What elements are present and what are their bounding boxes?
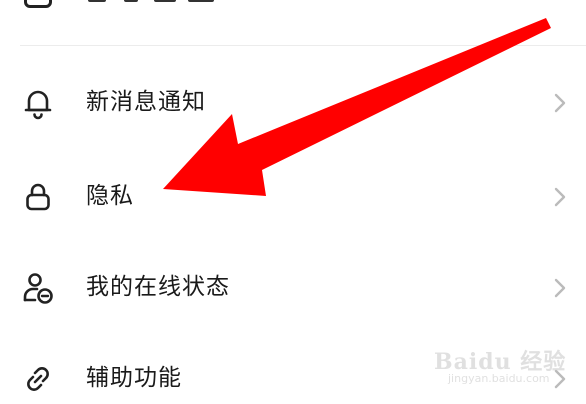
settings-screen: 新消息通知 隐私 我的在线状态 辅助功能 Baidu 经验 jingyan.ba… xyxy=(0,0,586,404)
settings-item-label: 我的在线状态 xyxy=(86,274,230,300)
settings-item-notifications[interactable]: 新消息通知 xyxy=(0,58,586,148)
chevron-right-icon xyxy=(550,90,570,116)
settings-item-label: 隐私 xyxy=(86,183,134,209)
divider xyxy=(20,45,586,46)
partial-item-label xyxy=(88,0,238,4)
partial-item-icon xyxy=(24,0,52,8)
watermark-url: jingyan.baidu.com xyxy=(448,372,550,385)
settings-item-online-status[interactable]: 我的在线状态 xyxy=(0,243,586,333)
baidu-jingyan-watermark: Baidu 经验 jingyan.baidu.com xyxy=(434,344,574,390)
settings-item-partial[interactable] xyxy=(0,0,586,46)
chevron-right-icon xyxy=(550,275,570,301)
settings-item-label: 新消息通知 xyxy=(86,89,206,115)
user-status-icon xyxy=(20,270,56,306)
lock-icon xyxy=(20,179,56,215)
chevron-right-icon xyxy=(550,184,570,210)
bell-icon xyxy=(20,85,56,121)
link-icon xyxy=(20,361,56,397)
settings-item-label: 辅助功能 xyxy=(86,365,182,391)
settings-item-privacy[interactable]: 隐私 xyxy=(0,152,586,242)
